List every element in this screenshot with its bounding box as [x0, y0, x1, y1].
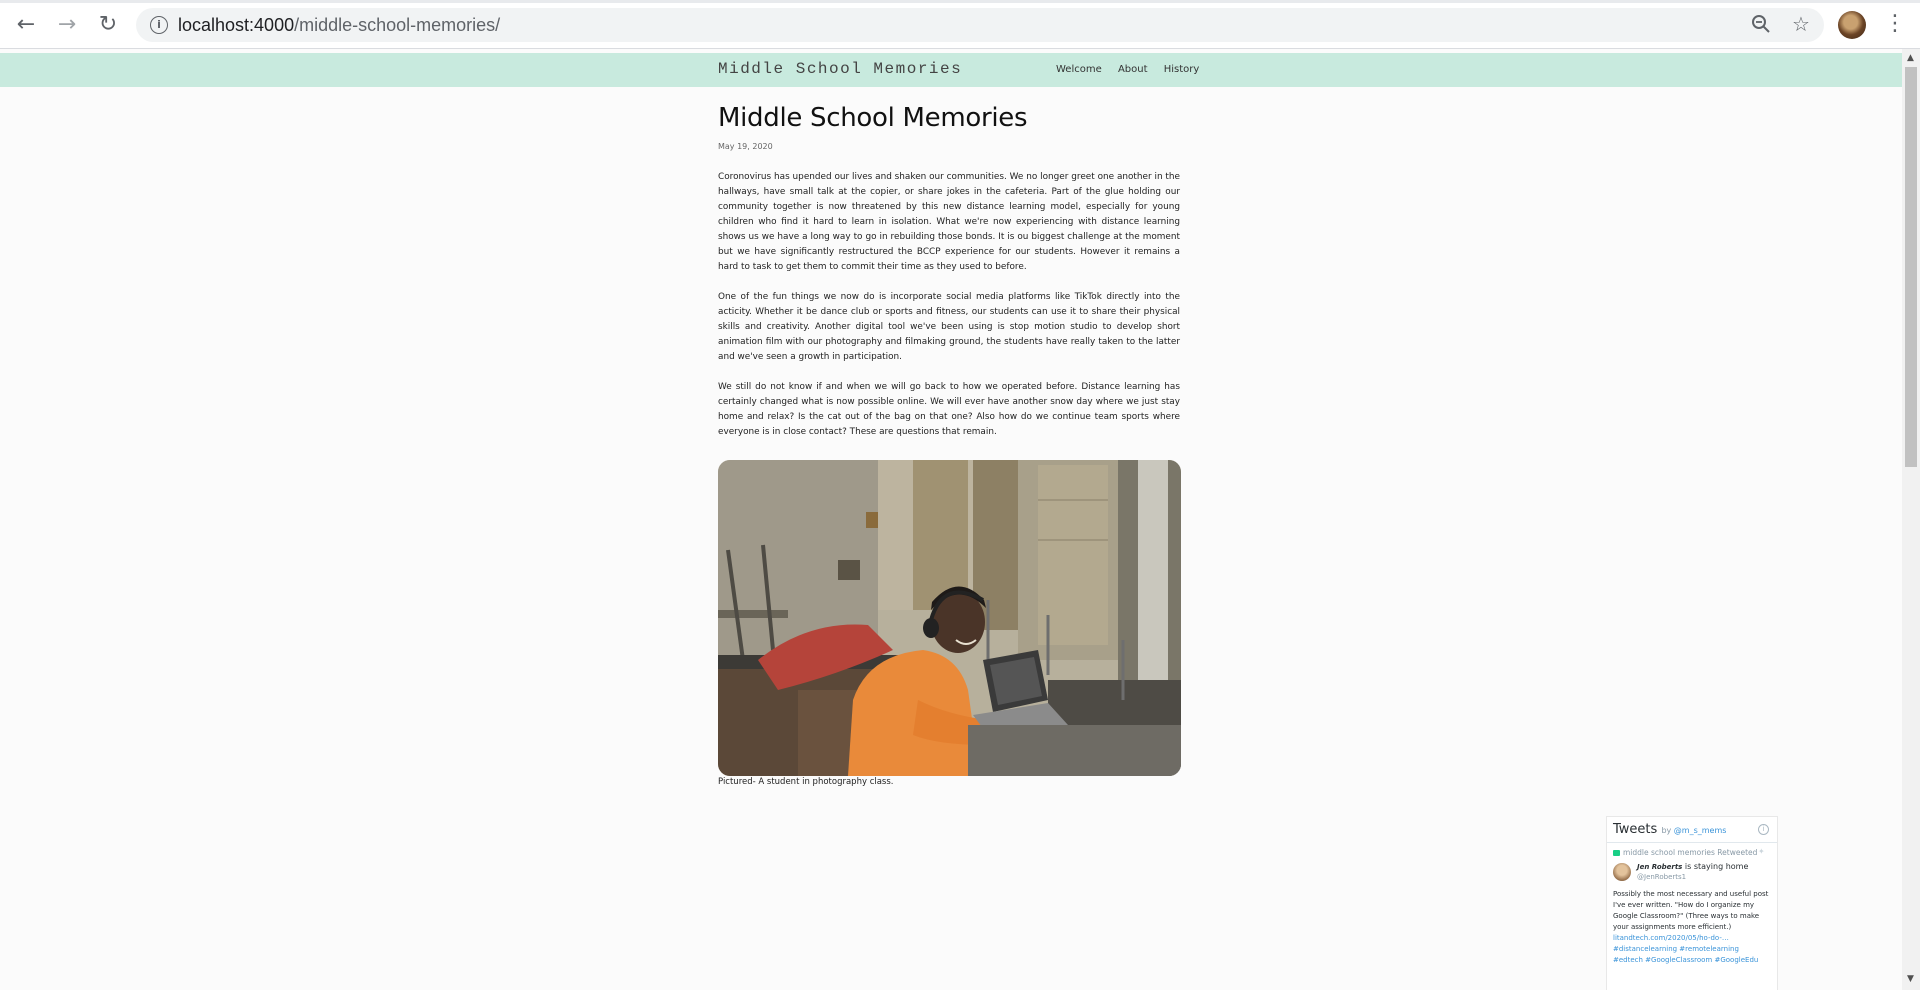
- url-path: /middle-school-memories/: [294, 15, 501, 35]
- tweets-header: Tweets by @m_s_mems: [1613, 822, 1726, 837]
- retweet-icon: [1613, 850, 1620, 856]
- post-paragraph: Coronovirus has upended our lives and sh…: [718, 172, 1180, 272]
- tweet-link[interactable]: litandtech.com/2020/05/ho-do-…: [1613, 934, 1729, 942]
- site-nav: Welcome About History: [1056, 64, 1212, 75]
- post-body: Coronovirus has upended our lives and sh…: [718, 170, 1180, 440]
- tweet-author-status: is staying home: [1682, 862, 1749, 871]
- zoom-out-icon[interactable]: [1751, 14, 1771, 37]
- tweets-by-label: by: [1661, 826, 1672, 835]
- tweet-body: Possibly the most necessary and useful p…: [1613, 890, 1769, 931]
- post-paragraph: One of the fun things we now do is incor…: [718, 292, 1180, 362]
- info-icon[interactable]: i: [150, 16, 168, 34]
- back-icon[interactable]: ←: [12, 12, 40, 38]
- scroll-up-icon[interactable]: ▲: [1907, 53, 1914, 63]
- retweet-line: middle school memories Retweeted: [1613, 848, 1757, 857]
- retweet-text[interactable]: middle school memories Retweeted: [1623, 848, 1757, 857]
- tab-strip-edge: [0, 0, 1920, 3]
- tweets-title: Tweets: [1613, 822, 1658, 837]
- tweet-author-avatar[interactable]: [1613, 863, 1631, 881]
- url-host: localhost:4000: [178, 15, 295, 35]
- tweets-handle[interactable]: @m_s_mems: [1674, 826, 1727, 835]
- forward-icon[interactable]: →: [53, 12, 81, 38]
- post-paragraph: We still do not know if and when we will…: [718, 382, 1180, 437]
- nav-welcome[interactable]: Welcome: [1056, 64, 1102, 75]
- post: Middle School Memories May 19, 2020 Coro…: [718, 103, 1180, 440]
- url-text[interactable]: localhost:4000/middle-school-memories/: [178, 15, 500, 36]
- address-bar[interactable]: i localhost:4000/middle-school-memories/: [136, 8, 1824, 42]
- twitter-widget: Tweets by @m_s_mems i middle school memo…: [1606, 816, 1778, 990]
- post-title: Middle School Memories: [718, 103, 1028, 133]
- divider: [1607, 842, 1777, 843]
- profile-avatar[interactable]: [1838, 11, 1866, 39]
- site-header: Middle School Memories Welcome About His…: [0, 53, 1902, 87]
- menu-dots-icon[interactable]: ⋮: [1884, 12, 1906, 36]
- photo-caption: Pictured- A student in photography class…: [718, 777, 894, 787]
- twitter-bird-icon[interactable]: ✦: [1758, 847, 1765, 856]
- tweets-by: by @m_s_mems: [1661, 826, 1726, 835]
- tweet-author[interactable]: Jen Roberts is staying home: [1637, 862, 1748, 871]
- site-title[interactable]: Middle School Memories: [718, 60, 962, 78]
- tweet-author-handle[interactable]: @JenRoberts1: [1637, 873, 1686, 881]
- nav-history[interactable]: History: [1164, 64, 1200, 75]
- tweet-author-name: Jen Roberts: [1637, 863, 1683, 871]
- scrollbar-thumb[interactable]: [1905, 67, 1917, 467]
- tweet-text: Possibly the most necessary and useful p…: [1613, 889, 1769, 966]
- browser-toolbar: ← → ↻ i localhost:4000/middle-school-mem…: [0, 0, 1920, 49]
- post-date: May 19, 2020: [718, 142, 773, 151]
- widget-info-icon[interactable]: i: [1758, 824, 1769, 835]
- page-viewport: Middle School Memories Welcome About His…: [0, 49, 1902, 990]
- scroll-down-icon[interactable]: ▼: [1907, 974, 1914, 984]
- post-photo: [718, 460, 1181, 776]
- reload-icon[interactable]: ↻: [94, 12, 122, 38]
- page-scrollbar[interactable]: ▲ ▼: [1902, 49, 1920, 990]
- star-icon[interactable]: ☆: [1792, 14, 1810, 34]
- nav-about[interactable]: About: [1118, 64, 1148, 75]
- tweet-hashtags[interactable]: #distancelearning #remotelearning #edtec…: [1613, 945, 1758, 964]
- student-photo-illustration: [718, 460, 1181, 776]
